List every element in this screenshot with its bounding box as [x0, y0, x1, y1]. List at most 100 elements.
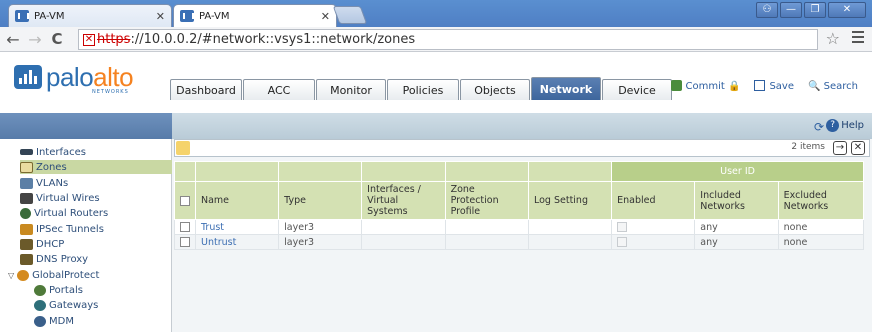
- save-button[interactable]: Save: [754, 80, 794, 92]
- clear-filter-icon[interactable]: ✕: [851, 141, 865, 155]
- enabled-checkbox: [617, 237, 628, 247]
- select-all-checkbox[interactable]: [180, 195, 190, 206]
- sidebar-item-mdm[interactable]: MDM: [34, 314, 170, 328]
- sidebar-item-vlans[interactable]: VLANs: [20, 176, 170, 190]
- virtual-routers-icon: [20, 207, 31, 219]
- apply-filter-icon[interactable]: →: [833, 141, 847, 155]
- filter-search-icon: [176, 141, 190, 155]
- url-protocol: https: [97, 32, 131, 47]
- commit-button[interactable]: Commit 🔒: [670, 80, 741, 92]
- col-type[interactable]: Type: [278, 181, 363, 220]
- paloalto-logo: paloalto NETWORKS: [14, 62, 134, 95]
- logo-subtext: NETWORKS: [92, 89, 129, 95]
- col-log-setting[interactable]: Log Setting: [527, 181, 613, 220]
- tab-objects[interactable]: Objects: [460, 79, 530, 100]
- header-spacer: [174, 161, 196, 182]
- tab-acc[interactable]: ACC: [243, 79, 315, 100]
- favicon-icon: [180, 10, 194, 22]
- collapse-triangle-icon[interactable]: ▽: [8, 271, 14, 280]
- zone-log-setting: [527, 219, 613, 235]
- url-path: ://10.0.0.2/#network::vsys1::network/zon…: [130, 32, 416, 47]
- col-name[interactable]: Name: [194, 181, 280, 220]
- lock-icon: 🔒: [728, 81, 741, 92]
- zone-log-setting: [527, 234, 613, 250]
- tab-device[interactable]: Device: [602, 79, 672, 100]
- logo-mark-icon: [14, 65, 42, 89]
- address-bar[interactable]: ✕ https ://10.0.0.2/#network::vsys1::net…: [78, 29, 818, 50]
- back-arrow-icon[interactable]: ←: [2, 30, 24, 49]
- dhcp-icon: [20, 238, 33, 250]
- zone-name-link[interactable]: Trust: [194, 219, 280, 235]
- sidebar-item-virtual-routers[interactable]: Virtual Routers: [20, 206, 170, 220]
- restore-button[interactable]: ❐: [804, 2, 826, 18]
- browser-tab-2[interactable]: PA-VM ✕: [173, 4, 337, 27]
- sidebar-item-dns-proxy[interactable]: DNS Proxy: [20, 252, 170, 266]
- help-icon: ?: [826, 119, 840, 132]
- close-tab-icon[interactable]: ✕: [321, 10, 330, 23]
- interfaces-icon: [20, 149, 33, 155]
- sidebar-item-portals[interactable]: Portals: [34, 283, 170, 297]
- sidebar-item-ipsec-tunnels[interactable]: IPSec Tunnels: [20, 222, 170, 236]
- content-toolbar: [172, 113, 872, 139]
- row-checkbox[interactable]: [180, 222, 190, 232]
- sidebar-item-interfaces[interactable]: Interfaces: [20, 145, 170, 159]
- col-enabled[interactable]: Enabled: [611, 181, 696, 220]
- sidebar-item-gateways[interactable]: Gateways: [34, 298, 170, 312]
- browser-tab-1[interactable]: PA-VM ✕: [8, 4, 172, 27]
- refresh-icon[interactable]: ⟳: [814, 120, 824, 134]
- tab-monitor[interactable]: Monitor: [316, 79, 386, 100]
- vlans-icon: [20, 177, 33, 189]
- col-interfaces[interactable]: Interfaces / Virtual Systems: [361, 181, 446, 220]
- browser-menu-icon[interactable]: [852, 31, 864, 43]
- tab-dashboard[interactable]: Dashboard: [170, 79, 242, 100]
- commit-icon: [670, 80, 682, 91]
- tab-policies[interactable]: Policies: [387, 79, 459, 100]
- zones-table: User ID Name Type Interfaces / Virtual S…: [174, 161, 865, 250]
- forward-arrow-icon[interactable]: →: [24, 30, 46, 49]
- included-networks: any: [694, 234, 779, 250]
- zone-interfaces: [361, 234, 446, 250]
- col-zone-protection-profile[interactable]: Zone Protection Profile: [444, 181, 529, 220]
- bookmark-star-icon[interactable]: ☆: [826, 29, 840, 48]
- main-nav: Dashboard ACC Monitor Policies Objects N…: [170, 77, 673, 100]
- logo-text-accent: alto: [93, 62, 134, 92]
- help-button[interactable]: ? Help: [826, 119, 864, 132]
- table-row[interactable]: Trust layer3 any none: [174, 219, 865, 235]
- item-count: 2 items: [791, 142, 825, 152]
- zone-name-link[interactable]: Untrust: [194, 234, 280, 250]
- row-checkbox[interactable]: [180, 237, 190, 247]
- filter-bar[interactable]: 2 items → ✕: [174, 139, 870, 157]
- globalprotect-icon: [17, 269, 30, 281]
- dns-proxy-icon: [20, 253, 33, 265]
- table-row[interactable]: Untrust layer3 any none: [174, 234, 865, 250]
- sidebar-item-virtual-wires[interactable]: Virtual Wires: [20, 191, 170, 205]
- sidebar-item-globalprotect[interactable]: ▽ GlobalProtect: [8, 268, 170, 282]
- gateways-icon: [34, 299, 46, 311]
- new-tab-button[interactable]: [332, 6, 368, 24]
- virtual-wires-icon: [20, 192, 33, 204]
- minimize-button[interactable]: —: [780, 2, 802, 18]
- search-button[interactable]: 🔍 Search: [808, 81, 858, 92]
- browser-tab-label: PA-VM: [199, 10, 230, 22]
- mdm-icon: [34, 315, 46, 327]
- col-included-networks[interactable]: Included Networks: [694, 181, 779, 220]
- portals-icon: [34, 284, 46, 296]
- zone-protection-profile: [444, 219, 529, 235]
- app-header: paloalto NETWORKS Dashboard ACC Monitor …: [0, 53, 872, 113]
- tab-network[interactable]: Network: [531, 77, 601, 100]
- ipsec-tunnels-icon: [20, 223, 33, 235]
- excluded-networks: none: [777, 219, 865, 235]
- sidebar: Interfaces Zones VLANs Virtual Wires Vir…: [0, 139, 172, 332]
- included-networks: any: [694, 219, 779, 235]
- col-excluded-networks[interactable]: Excluded Networks: [777, 181, 865, 220]
- sidebar-item-dhcp[interactable]: DHCP: [20, 237, 170, 251]
- browser-tabstrip: PA-VM ✕ PA-VM ✕ ⚇ — ❐ ✕: [0, 0, 872, 27]
- close-tab-icon[interactable]: ✕: [156, 10, 165, 23]
- close-window-button[interactable]: ✕: [828, 2, 866, 18]
- zone-type: layer3: [278, 219, 363, 235]
- reload-icon[interactable]: C: [46, 30, 68, 48]
- sidebar-item-zones[interactable]: Zones: [20, 160, 172, 174]
- insecure-lock-icon: ✕: [83, 33, 95, 46]
- enabled-checkbox: [617, 222, 628, 232]
- user-icon[interactable]: ⚇: [756, 2, 778, 18]
